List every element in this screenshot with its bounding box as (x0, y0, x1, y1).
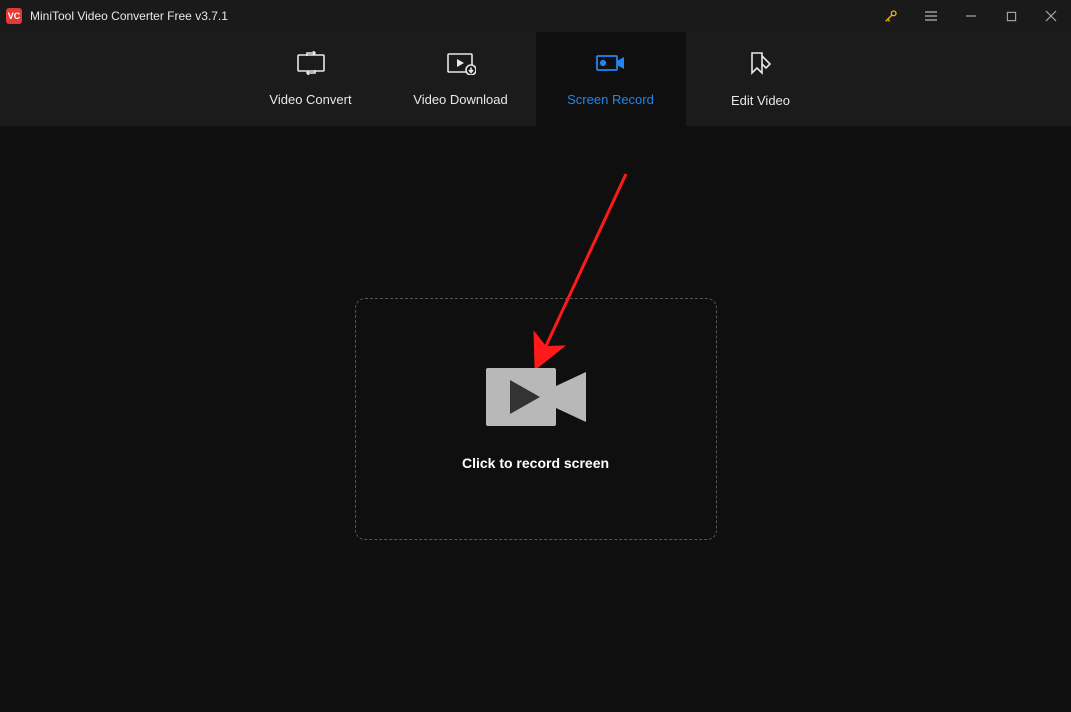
record-screen-button[interactable]: Click to record screen (355, 298, 717, 540)
camera-play-icon (486, 368, 586, 431)
tab-video-download[interactable]: Video Download (386, 32, 536, 126)
record-prompt-label: Click to record screen (462, 455, 609, 471)
close-button[interactable] (1031, 0, 1071, 32)
tab-screen-record[interactable]: Screen Record (536, 32, 686, 126)
tab-label: Video Download (413, 92, 507, 107)
menu-icon[interactable] (911, 0, 951, 32)
titlebar: VC MiniTool Video Converter Free v3.7.1 (0, 0, 1071, 32)
window-controls (871, 0, 1071, 32)
maximize-button[interactable] (991, 0, 1031, 32)
tab-video-convert[interactable]: Video Convert (236, 32, 386, 126)
download-icon (446, 51, 476, 78)
app-title: MiniTool Video Converter Free v3.7.1 (30, 9, 228, 23)
convert-icon (296, 51, 326, 78)
edit-icon (748, 50, 774, 79)
license-key-icon[interactable] (871, 0, 911, 32)
tab-label: Video Convert (269, 92, 351, 107)
tab-label: Edit Video (731, 93, 790, 108)
app-logo-icon: VC (6, 8, 22, 24)
tab-edit-video[interactable]: Edit Video (686, 32, 836, 126)
main-tabs: Video Convert Video Download Screen Reco… (0, 32, 1071, 126)
tab-label: Screen Record (567, 92, 654, 107)
record-icon (595, 51, 627, 78)
content-area: Click to record screen (0, 126, 1071, 712)
minimize-button[interactable] (951, 0, 991, 32)
